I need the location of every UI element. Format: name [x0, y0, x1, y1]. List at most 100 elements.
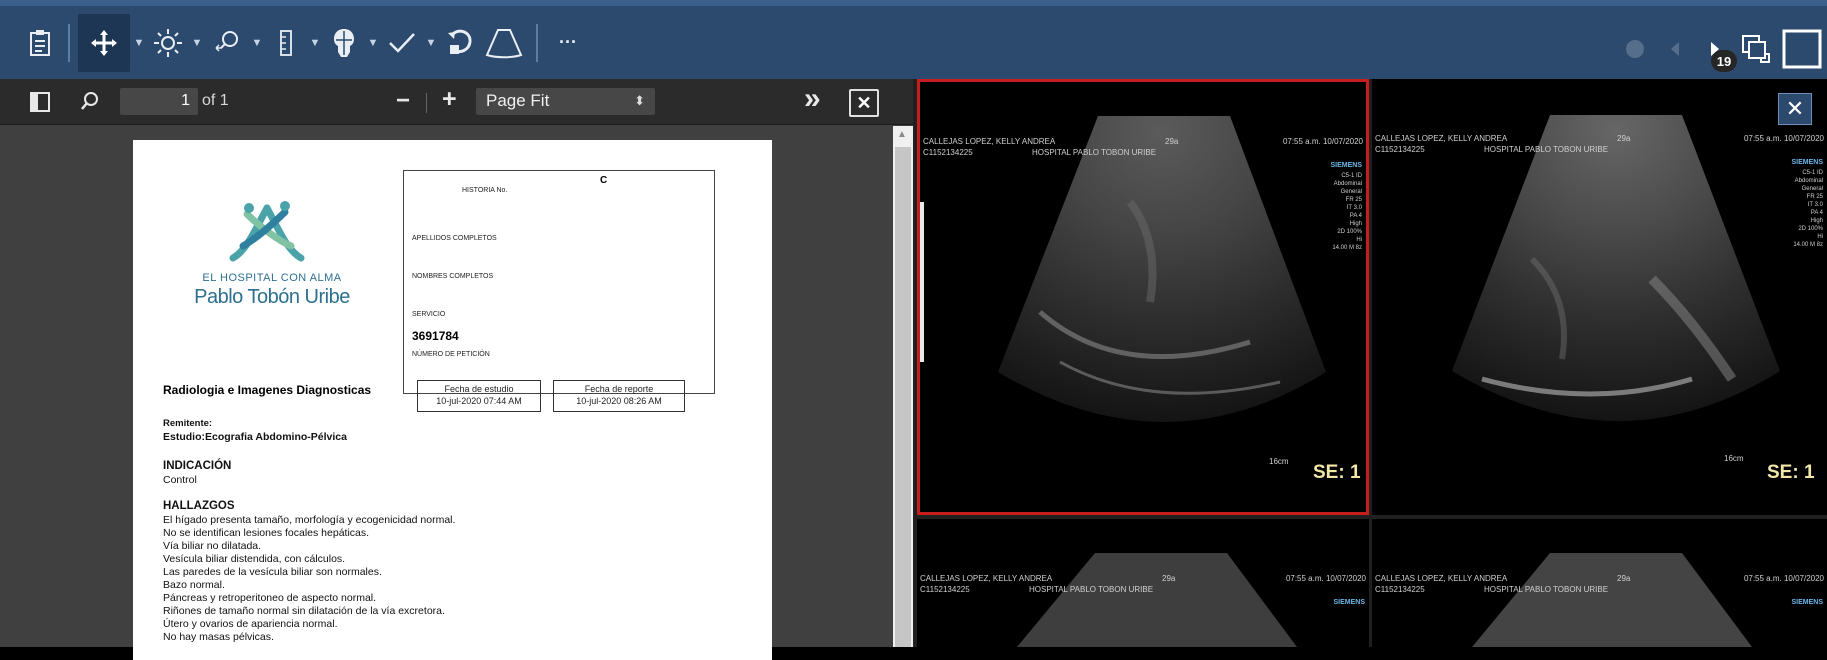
- patient-name: CALLEJAS LOPEZ, KELLY ANDREA: [1375, 134, 1508, 143]
- finding-line: Riñones de tamaño normal sin dilatación …: [163, 605, 445, 617]
- finding-line: Bazo normal.: [163, 579, 225, 591]
- hallazgos-heading: HALLAZGOS: [163, 500, 235, 512]
- pdf-toolbar: 1 of 1 − + Page Fit ⬍ » ✕: [0, 79, 913, 125]
- hospital-logo: EL HOSPITAL CON ALMA Pablo Tobón Uribe: [187, 200, 350, 320]
- patient-id: C1152134225: [923, 148, 973, 157]
- reset-icon[interactable]: [440, 14, 480, 72]
- depth-label: 16cm: [1724, 454, 1744, 463]
- close-pdf-button[interactable]: ✕: [849, 89, 879, 117]
- ultrasound-icon[interactable]: [480, 14, 528, 72]
- zoom-select[interactable]: Page Fit ⬍: [476, 88, 655, 115]
- patient-id: C1152134225: [1375, 585, 1425, 594]
- ruler-icon[interactable]: [266, 14, 306, 72]
- department-title: Radiologia e Imagenes Diagnosticas: [163, 383, 372, 397]
- vendor-label: SIEMENS: [1791, 599, 1823, 606]
- series-stack-icon[interactable]: [1735, 20, 1777, 78]
- anatomy-dropdown-caret[interactable]: ▼: [364, 37, 382, 49]
- viewport-1[interactable]: CALLEJAS LOPEZ, KELLY ANDREA 29a 07:55 a…: [917, 79, 1369, 515]
- patient-id-box: C HISTORIA No. APELLIDOS COMPLETOS NOMBR…: [403, 170, 715, 394]
- patient-name: CALLEJAS LOPEZ, KELLY ANDREA: [1375, 574, 1508, 583]
- depth-label: 16cm: [1269, 457, 1289, 466]
- acquisition-params: C5-1 ID Abdominal General FR 25 IT 3.0 PA 4 Hi…: [1332, 173, 1362, 251]
- patient-age: 29a: [1162, 574, 1176, 583]
- page-number-input[interactable]: 1: [120, 88, 198, 115]
- patient-name: CALLEJAS LOPEZ, KELLY ANDREA: [920, 574, 1053, 583]
- more-tools-button[interactable]: »: [804, 82, 821, 116]
- cine-icon: [1615, 20, 1655, 78]
- page-count-label: of 1: [202, 92, 229, 109]
- previous-icon: [1655, 20, 1695, 78]
- brightness-icon[interactable]: [148, 14, 188, 72]
- image-viewer: CALLEJAS LOPEZ, KELLY ANDREA 29a 07:55 a…: [913, 79, 1827, 647]
- finding-line: El hígado presenta tamaño, morfología y …: [163, 514, 456, 526]
- patient-name: CALLEJAS LOPEZ, KELLY ANDREA: [923, 137, 1056, 146]
- report-icon[interactable]: [20, 14, 60, 72]
- study-date-value: 10-jul-2020 07:44 AM: [436, 396, 522, 406]
- study-datetime: 07:55 a.m. 10/07/2020: [1285, 574, 1366, 583]
- logo-name: Pablo Tobón Uribe: [194, 286, 350, 308]
- scroll-up-icon[interactable]: ▲: [897, 129, 907, 140]
- pdf-scrollbar-thumb[interactable]: [895, 147, 911, 647]
- indicacion-text: Control: [163, 474, 197, 486]
- sidebar-toggle-icon[interactable]: [30, 92, 50, 117]
- zoom-out-button[interactable]: −: [396, 87, 410, 115]
- finding-line: Las paredes de la vesícula biliar son no…: [163, 566, 382, 578]
- brightness-dropdown-caret[interactable]: ▼: [188, 37, 206, 49]
- remitente-label: Remitente:: [163, 418, 213, 429]
- select-caret-icon: ⬍: [634, 93, 645, 108]
- ruler-dropdown-caret[interactable]: ▼: [306, 37, 324, 49]
- viewport-2[interactable]: CALLEJAS LOPEZ, KELLY ANDREA 29a 07:55 a…: [1372, 79, 1827, 515]
- toolbar-right-group: [1615, 12, 1827, 85]
- check-icon[interactable]: [382, 14, 422, 72]
- report-date-label: Fecha de reporte: [584, 384, 654, 394]
- finding-line: Vía biliar no dilatada.: [163, 540, 262, 552]
- institution-name: HOSPITAL PABLO TOBON URIBE: [1484, 585, 1609, 594]
- anatomy-icon[interactable]: [324, 14, 364, 72]
- study-datetime: 07:55 a.m. 10/07/2020: [1743, 134, 1824, 143]
- ultrasound-image: [1472, 553, 1752, 647]
- ultrasound-image: [920, 116, 1326, 422]
- patient-age: 29a: [1617, 134, 1631, 143]
- close-viewport-button[interactable]: ✕: [1778, 93, 1812, 125]
- layout-icon[interactable]: [1777, 20, 1827, 78]
- viewport-4[interactable]: CALLEJAS LOPEZ, KELLY ANDREA 29a 07:55 a…: [1372, 519, 1827, 647]
- magnify-dropdown-caret[interactable]: ▼: [248, 37, 266, 49]
- check-dropdown-caret[interactable]: ▼: [422, 37, 440, 49]
- vendor-label: SIEMENS: [1330, 162, 1362, 169]
- viewport-3[interactable]: CALLEJAS LOPEZ, KELLY ANDREA 29a 07:55 a…: [917, 519, 1369, 647]
- magnify-icon[interactable]: [206, 14, 248, 72]
- report-date-value: 10-jul-2020 08:26 AM: [576, 396, 662, 406]
- report-date-box: Fecha de reporte 10-jul-2020 08:26 AM: [553, 380, 685, 412]
- logo-tagline: EL HOSPITAL CON ALMA: [202, 272, 342, 284]
- pan-dropdown-caret[interactable]: ▼: [130, 37, 148, 49]
- peticion-label: NÚMERO DE PETICIÓN: [412, 351, 490, 358]
- ultrasound-image: [1017, 553, 1297, 647]
- zoom-in-button[interactable]: +: [442, 85, 457, 114]
- apellidos-label: APELLIDOS COMPLETOS: [412, 235, 497, 242]
- series-label: SE: 1: [1767, 462, 1815, 483]
- finding-line: Útero y ovarios de apariencia normal.: [163, 618, 338, 630]
- patient-age: 29a: [1617, 574, 1631, 583]
- more-icon[interactable]: ···: [546, 14, 590, 72]
- series-label: SE: 1: [1313, 462, 1361, 483]
- search-icon[interactable]: [80, 91, 100, 116]
- servicio-label: SERVICIO: [412, 311, 446, 318]
- pdf-viewer: 1 of 1 − + Page Fit ⬍ » ✕ EL HOSPITAL CO…: [0, 79, 913, 660]
- patient-age: 29a: [1165, 137, 1179, 146]
- study-date-box: Fecha de estudio 10-jul-2020 07:44 AM: [417, 380, 541, 412]
- institution-name: HOSPITAL PABLO TOBON URIBE: [1032, 148, 1157, 157]
- toolbar-separator: [68, 23, 70, 62]
- institution-name: HOSPITAL PABLO TOBON URIBE: [1484, 145, 1609, 154]
- patient-id: C1152134225: [1375, 145, 1425, 154]
- finding-line: Vesícula biliar distendida, con cálculos…: [163, 553, 346, 565]
- study-date-label: Fecha de estudio: [444, 384, 514, 394]
- study-name: Estudio:Ecografia Abdomino-Pélvica: [163, 431, 347, 443]
- historia-label: HISTORIA No.: [462, 187, 508, 194]
- pan-icon[interactable]: [78, 13, 130, 72]
- vendor-label: SIEMENS: [1791, 159, 1823, 166]
- institution-name: HOSPITAL PABLO TOBON URIBE: [1029, 585, 1154, 594]
- pdf-page: EL HOSPITAL CON ALMA Pablo Tobón Uribe C…: [133, 140, 772, 660]
- patient-id: C1152134225: [920, 585, 970, 594]
- finding-line: Páncreas y retroperitoneo de aspecto nor…: [163, 592, 377, 604]
- zoom-separator: [426, 93, 427, 113]
